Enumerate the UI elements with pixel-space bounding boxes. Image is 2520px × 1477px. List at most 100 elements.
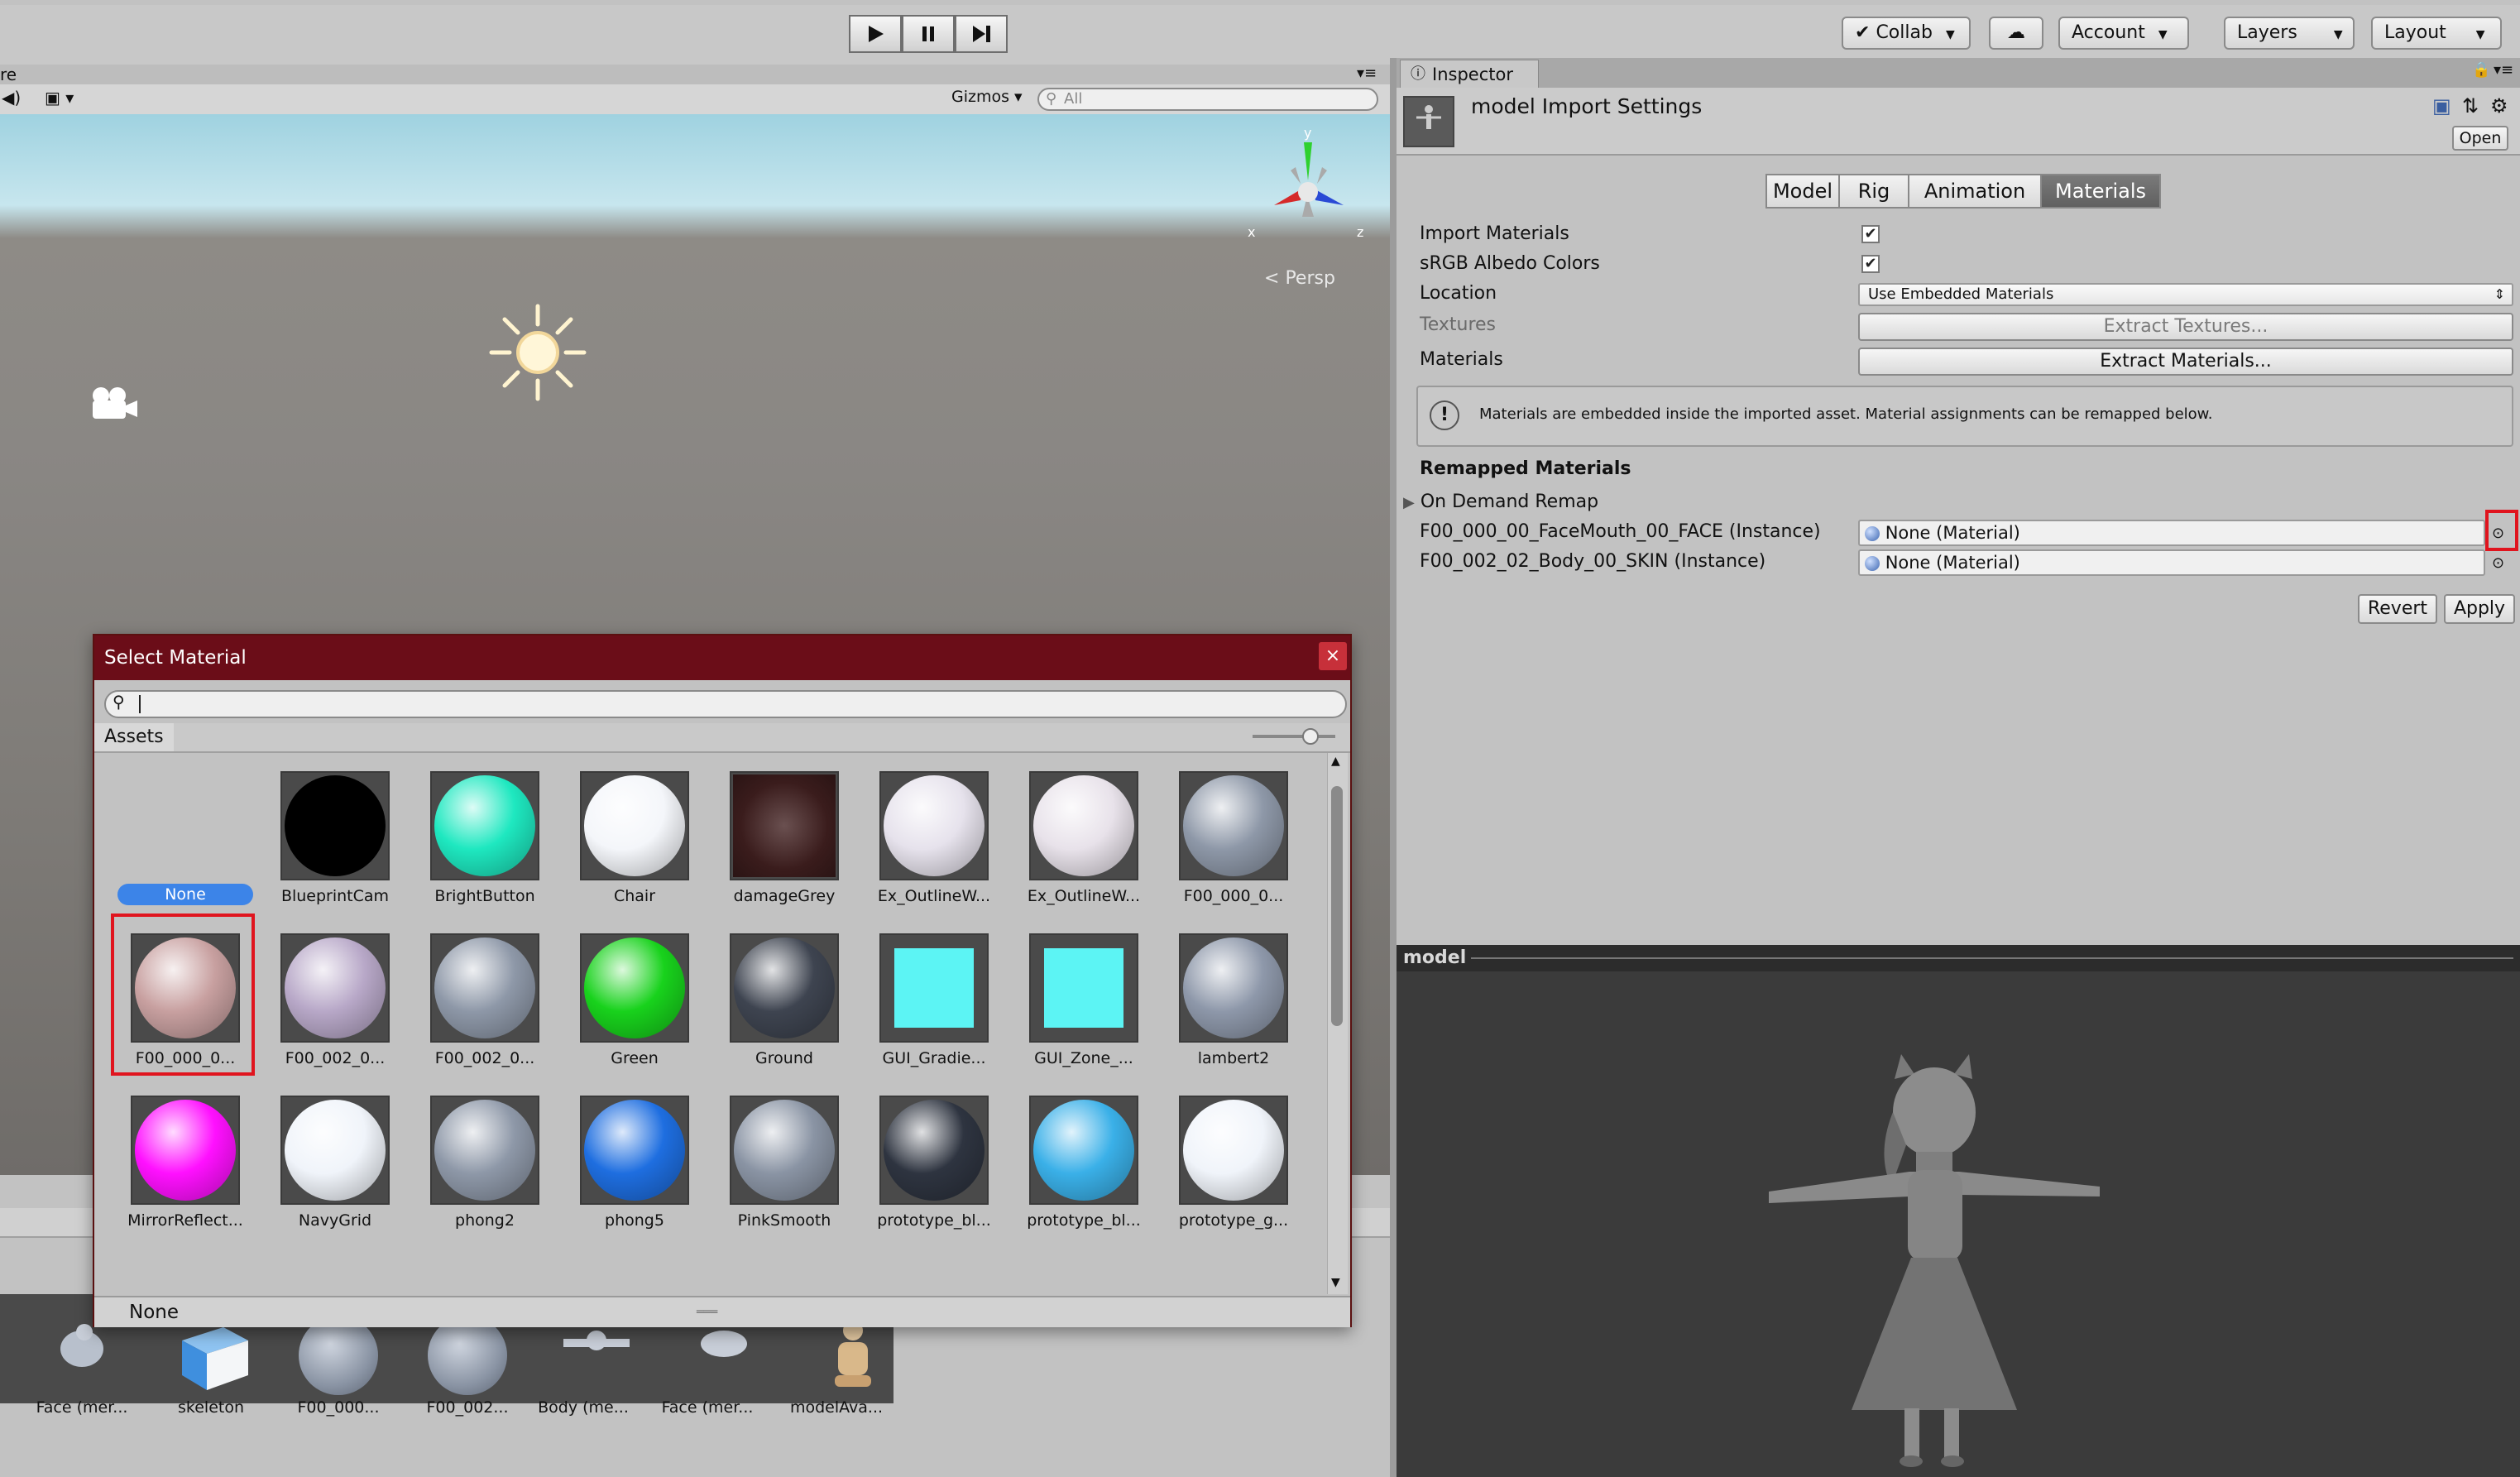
import-materials-checkbox[interactable]: ✔ [1861, 225, 1880, 243]
size-slider-handle[interactable] [1302, 728, 1319, 745]
location-dropdown[interactable]: Use Embedded Materials ⇕ [1858, 283, 2513, 306]
material-thumbnail [879, 1096, 989, 1205]
figure-icon [1416, 105, 1441, 129]
import-materials-label: Import Materials [1420, 223, 1569, 244]
open-button[interactable]: Open [2452, 126, 2508, 151]
srgb-checkbox[interactable]: ✔ [1861, 255, 1880, 273]
camera-icon[interactable] [86, 384, 141, 425]
scroll-thumb[interactable] [1331, 786, 1343, 1026]
project-asset-avatar[interactable] [791, 1316, 915, 1395]
material-sphere-icon [299, 1316, 378, 1395]
scroll-up-icon[interactable]: ▲ [1331, 755, 1340, 768]
material-label: prototype_bl... [877, 1211, 991, 1230]
perspective-toggle[interactable]: < Persp [1264, 268, 1335, 289]
help-icon[interactable]: ▣ [2432, 94, 2451, 117]
material-thumbnail [430, 933, 539, 1043]
extract-materials-button[interactable]: Extract Materials... [1858, 348, 2513, 376]
layout-dropdown[interactable]: Layout ▼ [2371, 17, 2502, 50]
collab-dropdown[interactable]: ✔ Collab ▼ [1842, 17, 1971, 50]
none-badge: None [117, 884, 253, 905]
material-sphere-icon [434, 1100, 535, 1201]
highlight-box [111, 914, 255, 1076]
close-button[interactable]: × [1319, 642, 1347, 670]
panel-splitter[interactable] [1390, 58, 1397, 1477]
project-asset-material-1[interactable] [276, 1316, 400, 1395]
remapped-materials-header: Remapped Materials [1420, 458, 1631, 479]
material-label: lambert2 [1197, 1049, 1270, 1067]
gizmos-dropdown[interactable]: Gizmos ▾ [951, 88, 1023, 106]
play-button[interactable] [849, 15, 902, 53]
account-label: Account [2072, 22, 2145, 43]
material-label: BlueprintCam [280, 887, 390, 905]
material-sphere-icon [1183, 1100, 1284, 1201]
material-object-field[interactable]: None (Material) [1858, 549, 2485, 576]
tab-assets[interactable]: Assets [94, 723, 174, 751]
material-object-field[interactable]: None (Material) [1858, 520, 2485, 546]
cloud-button[interactable]: ☁ [1989, 17, 2043, 50]
material-label: NavyGrid [298, 1211, 372, 1230]
account-dropdown[interactable]: Account ▼ [2058, 17, 2189, 50]
material-search-input[interactable]: ⚲ [104, 690, 1347, 718]
scroll-down-icon[interactable]: ▼ [1331, 1276, 1340, 1289]
layers-dropdown[interactable]: Layers ▼ [2224, 17, 2355, 50]
material-sphere-icon [884, 775, 985, 876]
object-picker-icon[interactable]: ⊙ [2492, 554, 2504, 572]
on-demand-remap-foldout[interactable]: ▶ On Demand Remap [1403, 492, 1598, 512]
orientation-gizmo[interactable]: y x z [1241, 126, 1373, 250]
project-asset-skeleton[interactable] [149, 1316, 273, 1395]
axis-y-label: y [1304, 126, 1311, 141]
project-item-label: F00_002... [426, 1398, 509, 1417]
revert-button[interactable]: Revert [2358, 594, 2437, 624]
audio-icon[interactable]: ◀) [2, 88, 21, 108]
panel-menu-icon[interactable]: ▾≡ [2494, 61, 2513, 79]
character-model [1769, 1054, 2100, 1467]
panel-menu-icon[interactable]: ▾≡ [1357, 65, 1377, 82]
material-thumbnail [1029, 771, 1138, 880]
apply-button[interactable]: Apply [2444, 594, 2515, 624]
material-sphere-icon [1183, 938, 1284, 1038]
info-icon: ⓘ [1411, 65, 1425, 83]
material-thumbnail [1029, 1096, 1138, 1205]
project-asset-material-2[interactable] [405, 1316, 529, 1395]
model-preview[interactable] [1397, 971, 2520, 1477]
tab-model[interactable]: Model [1765, 174, 1840, 209]
material-label: phong2 [455, 1211, 515, 1230]
sun-icon[interactable] [486, 301, 589, 404]
tab-inspector[interactable]: ⓘ Inspector [1400, 60, 1539, 88]
model-thumbnail [1403, 96, 1454, 147]
pause-button[interactable] [902, 15, 955, 53]
material-label: prototype_bl... [1027, 1211, 1141, 1230]
material-label: GUI_Gradie... [882, 1049, 986, 1067]
material-label: phong5 [605, 1211, 664, 1230]
persp-label: Persp [1285, 268, 1335, 289]
drag-handle [1471, 957, 2513, 959]
grid-scrollbar[interactable]: ▲ ▼ [1327, 753, 1348, 1294]
play-icon [869, 26, 884, 42]
step-button[interactable] [955, 15, 1008, 53]
tab-materials[interactable]: Materials [2040, 174, 2161, 209]
material-thumbnail [580, 1096, 689, 1205]
selected-material-status: None [129, 1302, 180, 1323]
size-slider-track[interactable] [1253, 735, 1335, 738]
resize-handle[interactable]: ═══ [697, 1297, 717, 1327]
material-sphere-icon [285, 938, 386, 1038]
scene-search-input[interactable]: ⚲ All [1037, 88, 1378, 111]
preview-header[interactable]: model [1397, 945, 2520, 971]
inspector-header: model Import Settings ▣ ⇅ ⚙ Open [1397, 88, 2520, 156]
image-effects-icon[interactable]: ▣ ▾ [45, 88, 74, 108]
material-label: damageGrey [733, 887, 836, 905]
tab-animation[interactable]: Animation [1908, 174, 2042, 209]
search-icon: ⚲ [1046, 90, 1057, 108]
search-icon: ⚲ [113, 692, 125, 712]
material-thumbnail [131, 1096, 240, 1205]
gear-icon[interactable]: ⚙ [2490, 94, 2508, 117]
extract-textures-button[interactable]: Extract Textures... [1858, 313, 2513, 341]
material-label: MirrorReflect... [127, 1211, 243, 1230]
material-label: F00_002_0... [285, 1049, 386, 1067]
scene-tab-fragment[interactable]: re [0, 65, 17, 84]
preset-icon[interactable]: ⇅ [2462, 94, 2479, 117]
tab-rig[interactable]: Rig [1838, 174, 1909, 209]
lock-icon[interactable]: 🔒 [2472, 61, 2490, 79]
project-item-label: Face (mer... [36, 1398, 128, 1417]
material-sphere-icon [584, 775, 685, 876]
